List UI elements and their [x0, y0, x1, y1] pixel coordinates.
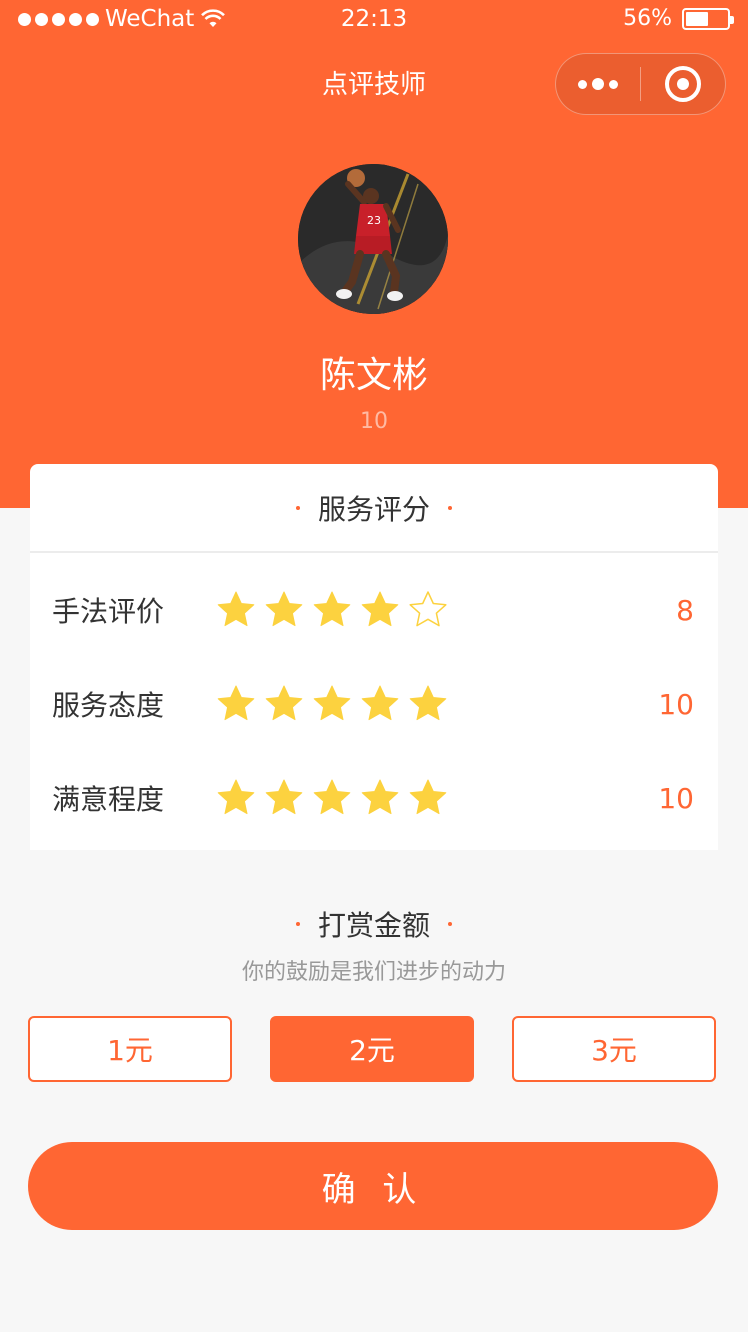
decorative-dot-icon: [448, 505, 452, 510]
reward-subtitle: 你的鼓励是我们进步的动力: [241, 960, 506, 985]
confirm-button[interactable]: 确 认: [28, 1142, 718, 1230]
star-filled-icon[interactable]: [312, 778, 352, 818]
rating-score: 10: [658, 687, 694, 721]
star-filled-icon[interactable]: [312, 590, 352, 630]
service-rating-card: 服务评分 手法评价 8 服务态度 10 满意程度 10: [30, 464, 718, 850]
star-filled-icon[interactable]: [312, 684, 352, 724]
rating-score: 10: [658, 781, 694, 815]
decorative-dot-icon: [448, 922, 452, 926]
star-rating[interactable]: [216, 778, 448, 818]
rating-label: 手法评价: [52, 595, 165, 628]
rating-score: 8: [676, 593, 694, 627]
star-filled-icon[interactable]: [360, 590, 400, 630]
star-empty-icon[interactable]: [408, 590, 448, 630]
star-rating[interactable]: [216, 684, 448, 724]
mini-program-capsule: [555, 53, 726, 115]
more-options-icon[interactable]: [556, 54, 640, 114]
star-rating[interactable]: [216, 590, 448, 630]
rating-card-title: 服务评分: [317, 492, 430, 526]
rating-label: 满意程度: [52, 783, 165, 816]
reward-amount-button-3[interactable]: 3元: [512, 1016, 716, 1082]
star-filled-icon[interactable]: [264, 684, 304, 724]
avatar: 23: [298, 164, 448, 314]
rating-row-attitude: 服务态度 10: [30, 674, 718, 734]
technician-subtext: 10: [360, 409, 388, 434]
rating-label: 服务态度: [52, 689, 165, 722]
star-filled-icon[interactable]: [408, 778, 448, 818]
star-filled-icon[interactable]: [360, 778, 400, 818]
status-right: 56%: [623, 6, 734, 31]
basketball-player-image: 23: [298, 164, 448, 314]
status-bar: WeChat 22:13 56%: [0, 0, 748, 40]
battery-icon: [682, 7, 734, 30]
svg-text:23: 23: [367, 214, 381, 227]
star-filled-icon[interactable]: [408, 684, 448, 724]
decorative-dot-icon: [295, 505, 300, 510]
rating-row-satisfaction: 满意程度 10: [30, 768, 718, 828]
reward-amount-button-1[interactable]: 1元: [28, 1016, 232, 1082]
target-icon: [664, 66, 701, 102]
star-filled-icon[interactable]: [216, 684, 256, 724]
star-filled-icon[interactable]: [264, 778, 304, 818]
star-filled-icon[interactable]: [264, 590, 304, 630]
star-filled-icon[interactable]: [216, 778, 256, 818]
reward-title: 打赏金额: [317, 909, 430, 942]
reward-header: 打赏金额: [0, 904, 748, 944]
star-filled-icon[interactable]: [360, 684, 400, 724]
technician-name: 陈文彬: [319, 355, 428, 396]
decorative-dot-icon: [295, 922, 300, 926]
rating-card-header: 服务评分: [30, 464, 718, 553]
close-mini-program-button[interactable]: [641, 54, 725, 114]
rating-row-technique: 手法评价 8: [30, 580, 718, 640]
battery-percent: 56%: [623, 6, 672, 31]
reward-amount-button-2[interactable]: 2元: [270, 1016, 474, 1082]
star-filled-icon[interactable]: [216, 590, 256, 630]
